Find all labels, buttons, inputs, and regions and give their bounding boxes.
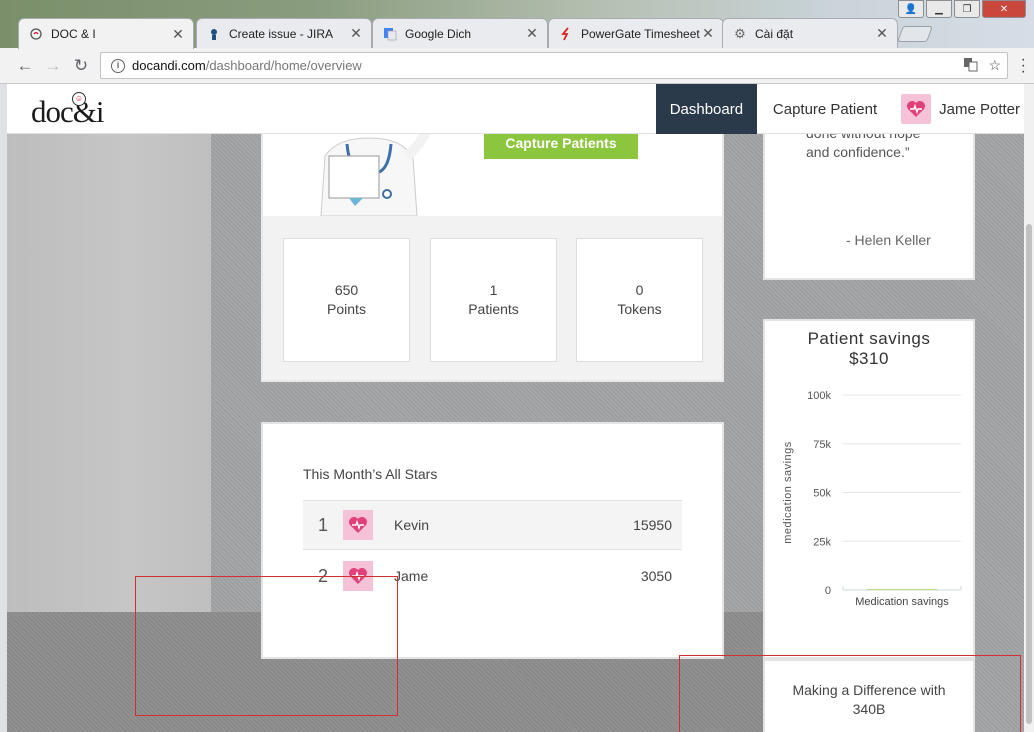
stat-value: 1: [489, 282, 498, 298]
tab-title: Google Dich: [405, 26, 472, 41]
patient-savings-card: Patient savings $310 0 25k 50k 75k 100k Medic…: [763, 319, 975, 659]
tab-google-dich[interactable]: Google Dich ✕: [372, 18, 548, 48]
user-avatar[interactable]: [901, 94, 932, 124]
stat-tokens: 0 Tokens: [576, 238, 703, 362]
stat-value: 0: [635, 282, 644, 298]
forward-arrow-icon[interactable]: →: [39, 56, 67, 76]
main-nav: Dashboard Capture Patient Jame Potter: [655, 84, 1024, 134]
savings-amount: $310: [849, 349, 889, 368]
heart-icon: [349, 517, 367, 533]
nav-dashboard[interactable]: Dashboard: [655, 84, 757, 134]
y-tick-label: 50k: [813, 488, 831, 500]
browser-toolbar: ← → ↻ i docandi.com/dashboard/home/overv…: [0, 48, 1034, 84]
member-name: Jame: [394, 568, 429, 584]
close-icon[interactable]: ✕: [171, 26, 185, 43]
tab-title: Create issue - JIRA: [229, 26, 334, 41]
nav-capture-patient[interactable]: Capture Patient: [757, 101, 901, 118]
annotation-box: [679, 655, 1021, 732]
rank-number: 1: [317, 514, 328, 535]
quote-line: and confidence.”: [806, 144, 910, 160]
savings-heading: Patient savings: [807, 329, 931, 348]
bookmark-star-icon[interactable]: ☆: [988, 57, 1001, 75]
site-header: doc&i ☺ Dashboard Capture Patient Jame P…: [7, 84, 1024, 134]
stat-label: Patients: [468, 301, 519, 317]
savings-bar: [866, 589, 938, 590]
tab-title: Cài đặt: [755, 26, 794, 41]
page-scrollbar[interactable]: [1024, 84, 1034, 732]
stat-patients: 1 Patients: [430, 238, 557, 362]
back-arrow-icon[interactable]: ←: [11, 56, 39, 76]
tab-powergate[interactable]: PowerGate Timesheet ✕: [548, 18, 724, 48]
url-domain: docandi.com: [132, 58, 206, 73]
hero-card: Capture Patients 650 Points 1 Patients 0…: [261, 116, 724, 382]
y-tick-label: 100k: [807, 390, 831, 402]
y-tick-label: 0: [825, 585, 831, 597]
docandi-favicon: [29, 27, 43, 41]
quote-author: - Helen Keller: [846, 232, 931, 248]
stat-points: 650 Points: [283, 238, 410, 362]
member-name: Kevin: [394, 517, 430, 533]
heart-icon: [907, 101, 926, 117]
hero-banner: Capture Patients: [263, 116, 722, 216]
jira-favicon: [207, 27, 221, 41]
savings-title: Patient savings $310: [765, 329, 973, 369]
close-icon[interactable]: ✕: [875, 25, 889, 42]
quote-card: done without hope and confidence.” - Hel…: [763, 114, 975, 280]
new-tab-button[interactable]: [897, 26, 933, 42]
user-name[interactable]: Jame Potter: [931, 101, 1024, 118]
close-icon[interactable]: ✕: [525, 25, 539, 42]
scrollbar-thumb[interactable]: [1026, 224, 1032, 724]
menu-dots-icon[interactable]: · · ·: [1021, 52, 1026, 80]
annotation-box: [135, 576, 398, 716]
address-bar[interactable]: i docandi.com/dashboard/home/overview ☆: [100, 52, 1008, 79]
y-axis-label: medication savings: [782, 441, 794, 544]
stat-value: 650: [334, 282, 359, 298]
stat-label: Tokens: [617, 301, 662, 317]
site-logo[interactable]: doc&i: [31, 94, 104, 130]
tab-strip: DOC & I ✕ Create issue - JIRA ✕ Google D…: [0, 16, 1034, 49]
reload-icon[interactable]: ↻: [67, 56, 95, 76]
tab-title: DOC & I: [51, 27, 96, 41]
tab-jira[interactable]: Create issue - JIRA ✕: [196, 18, 372, 48]
google-translate-favicon: [383, 27, 397, 41]
logo-text: doc&i: [31, 94, 104, 129]
y-tick-label: 75k: [813, 439, 831, 451]
gear-icon: ⚙: [734, 25, 746, 41]
stat-label: Points: [327, 301, 366, 317]
left-sidebar-panel: [7, 84, 211, 612]
member-score: 15950: [633, 517, 672, 533]
tab-docandi[interactable]: DOC & I ✕: [18, 18, 194, 49]
leaderboard-row[interactable]: 1 Kevin 15950: [303, 500, 682, 550]
member-score: 3050: [640, 568, 672, 584]
x-category-label: Medication savings: [855, 596, 949, 608]
y-tick-label: 25k: [813, 536, 831, 548]
tab-title: PowerGate Timesheet: [581, 26, 700, 41]
savings-chart: 0 25k 50k 75k 100k Medication savings medicati…: [782, 390, 962, 608]
close-icon[interactable]: ✕: [349, 25, 363, 42]
close-icon[interactable]: ✕: [701, 25, 715, 42]
avatar: [343, 510, 373, 540]
powergate-favicon: [559, 26, 573, 41]
url-path: /dashboard/home/overview: [205, 58, 362, 73]
all-stars-title: This Month’s All Stars: [303, 466, 438, 482]
info-icon[interactable]: i: [111, 58, 125, 73]
logo-mascot-icon: ☺: [72, 92, 86, 106]
translate-icon[interactable]: [963, 57, 978, 75]
tab-settings[interactable]: ⚙ Cài đặt ✕: [722, 18, 898, 48]
